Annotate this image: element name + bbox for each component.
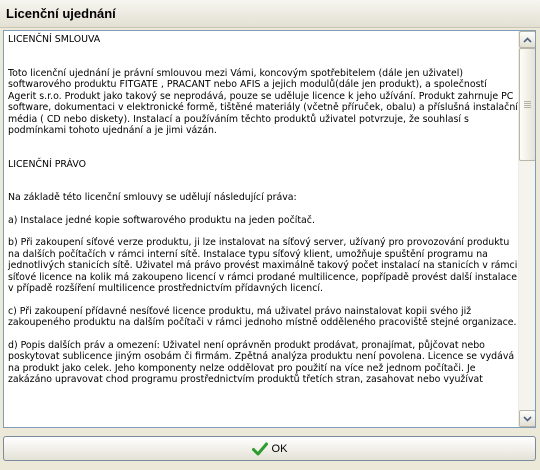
thumb-grip <box>524 103 531 104</box>
thumb-grip <box>524 101 531 102</box>
scroll-up-button[interactable] <box>519 31 535 48</box>
license-text-area[interactable]: LICENČNÍ SMLOUVA Toto licenční ujednání … <box>3 30 536 428</box>
license-heading: LICENČNÍ SMLOUVA <box>8 34 101 45</box>
license-paragraph: Toto licenční ujednání je právní smlouvo… <box>8 67 518 137</box>
license-text: LICENČNÍ SMLOUVA Toto licenční ujednání … <box>8 34 518 386</box>
license-paragraph: b) Při zakoupení síťové verze produktu, … <box>8 237 518 294</box>
license-paragraph: d) Popis dalších práv a omezení: Uživate… <box>8 339 515 386</box>
license-paragraph: c) Při zakoupení přídavné nesíťové licen… <box>8 305 517 329</box>
vertical-scrollbar[interactable] <box>518 31 535 427</box>
ok-button[interactable]: OK <box>3 436 536 461</box>
license-subheading: LICENČNÍ PRÁVO <box>8 158 87 170</box>
thumb-grip <box>524 107 531 108</box>
window-title: Licenční ujednání <box>6 6 116 21</box>
license-paragraph: a) Instalace jedné kopie softwarového pr… <box>8 214 315 226</box>
arrow-up-icon <box>523 36 532 43</box>
checkmark-icon <box>251 442 268 455</box>
license-paragraph: Na základě této licenční smlouvy se uděl… <box>8 192 297 203</box>
license-dialog: Licenční ujednání LICENČNÍ SMLOUVA Toto … <box>0 0 540 470</box>
ok-button-label: OK <box>271 442 288 455</box>
thumb-grip <box>524 105 531 106</box>
arrow-down-icon <box>523 415 532 422</box>
scrollbar-thumb[interactable] <box>519 48 535 161</box>
title-bar: Licenční ujednání <box>0 0 540 28</box>
scroll-down-button[interactable] <box>519 410 535 427</box>
ok-button-content: OK <box>251 442 288 456</box>
